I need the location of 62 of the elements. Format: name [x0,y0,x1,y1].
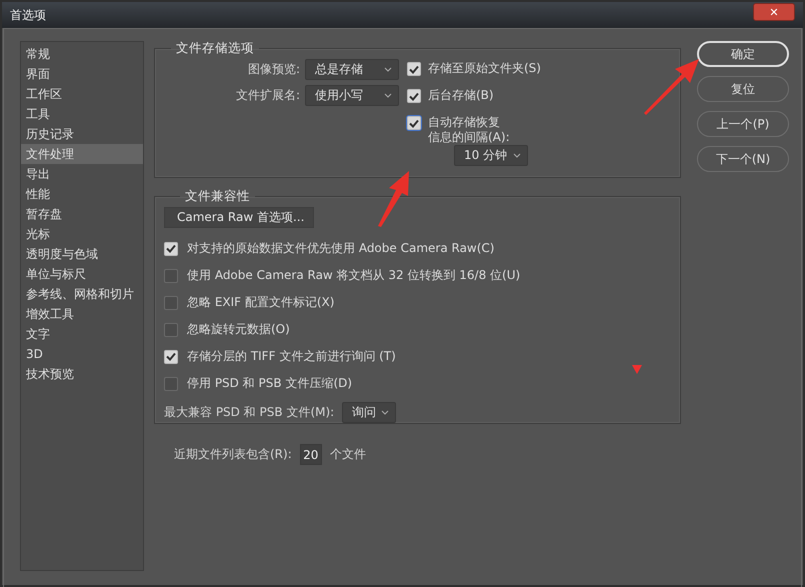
sidebar-item[interactable]: 透明度与色域 [21,244,143,264]
checkbox[interactable] [164,242,178,256]
checkbox[interactable] [164,376,178,390]
field-label: 近期文件列表包含(R): [174,446,292,463]
checkbox-label: 后台存储(B) [428,88,494,103]
chevron-down-icon [381,410,390,415]
dialog-button[interactable]: 复位 [697,76,789,102]
dropdown[interactable]: 10 分钟 [454,145,528,166]
checkbox[interactable] [407,89,421,103]
checkbox-label: 存储分层的 TIFF 文件之前进行询问 (T) [187,349,396,364]
sidebar-item[interactable]: 工作区 [21,84,143,104]
dropdown[interactable]: 使用小写 [305,85,399,106]
checkbox-label: 忽略旋转元数据(O) [187,322,290,337]
sidebar-item[interactable]: 光标 [21,224,143,244]
field-label: 最大兼容 PSD 和 PSB 文件(M): [164,404,334,421]
checkbox[interactable] [407,62,421,76]
close-button[interactable]: ✕ [753,3,795,21]
sidebar-item[interactable]: 工具 [21,104,143,124]
number-field[interactable]: 20 [300,444,322,465]
sidebar-item[interactable]: 文件处理 [21,144,143,164]
sidebar-item[interactable]: 技术预览 [21,364,143,384]
sidebar-item[interactable]: 参考线、网格和切片 [21,284,143,304]
checkbox[interactable] [164,268,178,282]
sidebar-item[interactable]: 历史记录 [21,124,143,144]
checkbox[interactable] [407,116,421,130]
unit-label: 个文件 [330,446,366,463]
field-label: 文件扩展名: [236,87,300,104]
dropdown[interactable]: 询问 [342,402,396,423]
checkbox-label: 信息的间隔(A): [428,130,510,145]
checkbox-label: 自动存储恢复 [428,115,501,130]
checkbox[interactable] [164,296,178,310]
triangle-icon [632,365,642,374]
sidebar-item[interactable]: 常规 [21,44,143,64]
chevron-down-icon [384,67,392,72]
checkbox-label: 对支持的原始数据文件优先使用 Adobe Camera Raw(C) [187,241,494,256]
group-title: 文件兼容性 [184,188,251,205]
sidebar-item[interactable]: 文字 [21,324,143,344]
annotation-arrow [376,169,412,227]
checkbox[interactable] [164,322,178,336]
sidebar-item[interactable]: 单位与标尺 [21,264,143,284]
sidebar-item[interactable]: 导出 [21,164,143,184]
sidebar-item[interactable]: 3D [21,344,143,364]
sidebar-item[interactable]: 暂存盘 [21,204,143,224]
chevron-down-icon [513,153,521,158]
checkbox[interactable] [164,350,178,364]
checkbox-label: 使用 Adobe Camera Raw 将文档从 32 位转换到 16/8 位(U) [187,268,520,283]
group-title: 文件存储选项 [175,40,255,57]
dropdown[interactable]: 总是存储 [305,59,399,80]
dialog-button[interactable]: 确定 [697,41,789,67]
field-label: 图像预览: [248,61,300,78]
window-title: 首选项 [10,6,46,24]
annotation-arrow [642,57,700,115]
dialog-button[interactable]: 上一个(P) [697,111,789,137]
chevron-down-icon [384,93,392,98]
camera-raw-preferences-button[interactable]: Camera Raw 首选项... [164,207,314,228]
sidebar-item[interactable]: 增效工具 [21,304,143,324]
checkbox-label: 忽略 EXIF 配置文件标记(X) [187,295,334,310]
sidebar-item[interactable]: 界面 [21,64,143,84]
dialog-button[interactable]: 下一个(N) [697,146,789,172]
checkbox-label: 停用 PSD 和 PSB 文件压缩(D) [187,376,352,391]
sidebar-item[interactable]: 性能 [21,184,143,204]
checkbox-label: 存储至原始文件夹(S) [428,61,541,76]
